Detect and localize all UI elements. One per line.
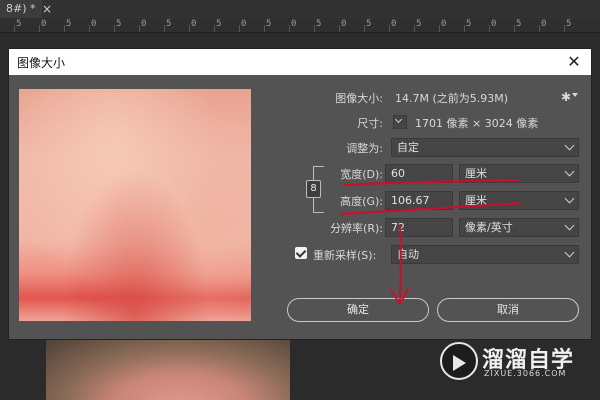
chevron-down-icon	[564, 220, 575, 231]
watermark-url: ZIXUE.3066.COM	[484, 369, 567, 378]
fit-to-select[interactable]: 自定	[391, 138, 579, 157]
document-tab[interactable]: 8#) *	[0, 0, 42, 18]
ruler-tick-mark	[339, 25, 340, 32]
ruler-tick-label: 5	[166, 19, 172, 29]
ruler-tick-mark	[114, 25, 115, 32]
ruler-tick-label: 0	[341, 19, 347, 29]
ruler-tick-mark	[14, 25, 15, 32]
ruler-tick-mark	[389, 25, 390, 32]
dimensions-label: 尺寸:	[357, 117, 383, 130]
ruler-tick-mark	[439, 25, 440, 32]
ruler-tick-mark	[539, 25, 540, 32]
ruler-tick-label: 0	[391, 19, 397, 29]
resolution-label: 分辨率(R):	[330, 222, 383, 235]
chevron-down-icon	[564, 193, 575, 204]
chevron-down-icon	[564, 140, 575, 151]
ruler-tick-label: 0	[291, 19, 297, 29]
image-size-value: 14.7M (之前为5.93M)	[395, 92, 509, 105]
canvas-image	[46, 340, 290, 400]
chevron-down-icon	[564, 166, 575, 177]
ruler-tick-label: 0	[491, 19, 497, 29]
image-size-dialog: 图像大小 ✕ 图像大小: 14.7M (之前为5.93M) ✱ 尺寸: 1701…	[8, 48, 592, 340]
ruler-tick-mark	[139, 25, 140, 32]
ruler-tick-label: 0	[41, 19, 47, 29]
watermark: 溜溜自学 ZIXUE.3066.COM	[440, 338, 600, 384]
width-label: 宽度(D):	[340, 168, 383, 181]
width-unit-value: 厘米	[465, 167, 487, 180]
ruler-tick-mark	[514, 25, 515, 32]
ruler-tick-mark	[239, 25, 240, 32]
watermark-logo-icon	[440, 342, 478, 380]
ruler-tick-label: 0	[191, 19, 197, 29]
ruler-tick-label: 5	[216, 19, 222, 29]
dimensions-value: 1701 像素 × 3024 像素	[415, 117, 539, 130]
ruler-tick-mark	[564, 25, 565, 32]
ruler-tick-label: 5	[516, 19, 522, 29]
width-input[interactable]: 60	[385, 164, 453, 183]
ruler-tick-label: 0	[91, 19, 97, 29]
ruler-tick-mark	[39, 25, 40, 32]
ruler-tick-mark	[414, 25, 415, 32]
ruler-tick-label: 0	[241, 19, 247, 29]
width-unit-select[interactable]: 厘米	[459, 164, 579, 183]
ruler-tick-mark	[289, 25, 290, 32]
dialog-title: 图像大小	[17, 56, 66, 70]
fit-to-value: 自定	[397, 141, 419, 154]
resample-select[interactable]: 自动	[391, 245, 579, 264]
ok-button[interactable]: 确定	[287, 298, 429, 322]
ruler-tick-label: 5	[266, 19, 272, 29]
ruler-tick-label: 5	[366, 19, 372, 29]
height-unit-value: 厘米	[465, 194, 487, 207]
ruler-tick-mark	[189, 25, 190, 32]
close-icon[interactable]: ✕	[561, 49, 587, 75]
resolution-unit-value: 像素/英寸	[465, 221, 513, 234]
resolution-input[interactable]: 72	[385, 218, 453, 237]
ruler-tick-label: 0	[541, 19, 547, 29]
ruler-tick-mark	[89, 25, 90, 32]
ruler-tick-mark	[264, 25, 265, 32]
image-size-label: 图像大小:	[335, 92, 383, 105]
height-input[interactable]: 106.67	[385, 191, 453, 210]
fit-to-label: 调整为:	[346, 142, 383, 155]
ruler-tick-label: 5	[116, 19, 122, 29]
ruler-tick-label: 5	[316, 19, 322, 29]
ruler-tick-label: 5	[566, 19, 572, 29]
gear-dropdown-caret-icon[interactable]	[572, 93, 578, 97]
image-preview-shading	[19, 89, 251, 321]
resample-label: 重新采样(S):	[313, 249, 377, 262]
chevron-down-icon	[564, 247, 575, 258]
ruler-tick-label: 0	[441, 19, 447, 29]
ruler-tick-label: 5	[66, 19, 72, 29]
ruler-tick-label: 5	[466, 19, 472, 29]
ruler-tick-label: 5	[416, 19, 422, 29]
ruler-tick-mark	[464, 25, 465, 32]
play-icon	[453, 355, 466, 371]
ruler-tick-mark	[314, 25, 315, 32]
ruler-tick-mark	[214, 25, 215, 32]
ruler-tick-mark	[164, 25, 165, 32]
ruler-tick-mark	[489, 25, 490, 32]
horizontal-ruler: 5 0 5 0 5 0 5 0 5 0 5 0 5 0 5 0 5 0 5 0 5 0 5	[0, 18, 600, 33]
resample-value: 自动	[397, 248, 419, 261]
ruler-tick-label: 0	[141, 19, 147, 29]
ruler-tick-mark	[64, 25, 65, 32]
gear-icon[interactable]: ✱	[561, 90, 571, 104]
dialog-titlebar[interactable]: 图像大小 ✕	[9, 49, 591, 75]
cancel-button[interactable]: 取消	[437, 298, 579, 322]
height-label: 高度(G):	[340, 195, 383, 208]
height-unit-select[interactable]: 厘米	[459, 191, 579, 210]
resolution-unit-select[interactable]: 像素/英寸	[459, 218, 579, 237]
ruler-tick-mark	[364, 25, 365, 32]
ruler-tick-label: 5	[16, 19, 22, 29]
tab-close-icon[interactable]: ×	[40, 0, 54, 18]
document-tab-bar: 8#) * ×	[0, 0, 600, 19]
resample-checkbox[interactable]	[295, 247, 307, 259]
